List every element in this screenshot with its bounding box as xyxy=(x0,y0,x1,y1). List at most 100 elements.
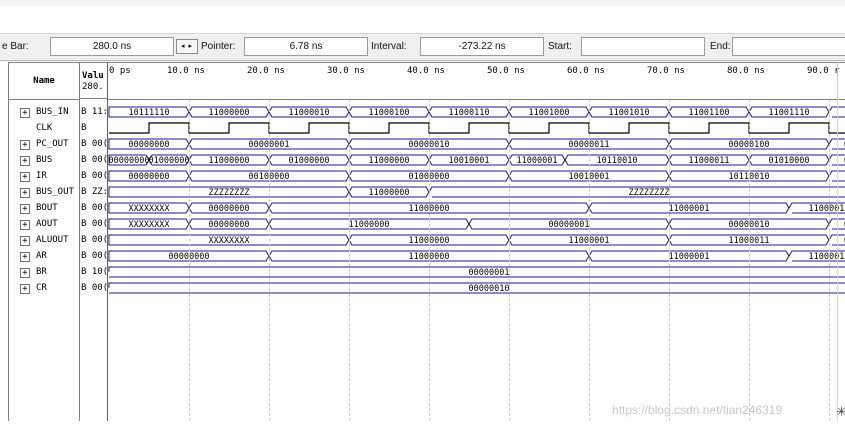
signal-name: BUS_OUT xyxy=(36,187,74,197)
signal-name: BUS xyxy=(36,155,53,165)
mouse-cursor-icon: ✳ xyxy=(836,404,845,419)
bus-value-label: XXXXXXXX xyxy=(129,220,171,230)
signal-row-br[interactable]: + BR xyxy=(9,264,79,280)
signal-row-bout[interactable]: + BOUT xyxy=(9,200,79,216)
pointer-field[interactable]: 6.78 ns xyxy=(244,37,368,56)
value-column-header[interactable]: Valu 280. xyxy=(80,63,107,99)
time-bar-nav-arrows-icon[interactable]: ◂ ▸ xyxy=(176,39,198,54)
time-gridline xyxy=(269,99,270,421)
value-header-line1: Valu xyxy=(82,71,104,81)
waveform-display[interactable]: 0 ps 10.0 ns 20.0 ns 30.0 ns 40.0 ns 50.0 ns 6… xyxy=(108,62,845,421)
signal-name: AOUT xyxy=(36,219,58,229)
signal-row-bus[interactable]: + BUS xyxy=(9,152,79,168)
signal-row-bus-in[interactable]: + BUS_IN xyxy=(9,104,79,120)
expand-icon[interactable]: + xyxy=(20,252,30,262)
interval-field[interactable]: -273.22 ns xyxy=(420,37,544,56)
end-label: End: xyxy=(710,41,731,52)
signal-value: B 10( xyxy=(81,267,107,277)
expand-icon[interactable]: + xyxy=(20,140,30,150)
expand-icon[interactable]: + xyxy=(20,172,30,182)
time-tick-label: 10.0 ns xyxy=(167,66,205,76)
time-bar-label: e Bar: xyxy=(2,41,29,52)
bus-value-label: 11000001 xyxy=(669,204,710,214)
bus-value-label: 10111110 xyxy=(129,108,170,118)
signal-row-ir[interactable]: + IR xyxy=(9,168,79,184)
expand-icon[interactable]: + xyxy=(20,268,30,278)
signal-name-column: Name + BUS_IN CLK + PC_OUT + BUS + IR + BUS_OUT + BO… xyxy=(8,62,79,421)
bus-value-label: 00000000 xyxy=(129,140,170,150)
bus-value-label: 10010001 xyxy=(449,156,490,166)
expand-icon[interactable]: + xyxy=(20,204,30,214)
value-header-line2: 280. xyxy=(82,82,104,92)
expand-icon[interactable]: + xyxy=(20,236,30,246)
signal-value: B xyxy=(81,123,87,133)
signal-value: B 00( xyxy=(81,139,107,149)
signal-row-aluout[interactable]: + ALUOUT xyxy=(9,232,79,248)
expand-icon[interactable]: + xyxy=(20,108,30,118)
watermark-text: https://blog.csdn.net/tian246319 xyxy=(612,403,783,417)
signal-row-pc-out[interactable]: + PC_OUT xyxy=(9,136,79,152)
time-gridline xyxy=(189,99,190,421)
end-field[interactable] xyxy=(732,37,845,56)
signal-value: B 11: xyxy=(81,107,107,117)
signal-name: BR xyxy=(36,267,47,277)
bus-value-label: 00000001 xyxy=(549,220,590,230)
expand-icon[interactable]: + xyxy=(20,156,30,166)
name-column-header[interactable]: Name xyxy=(9,63,79,100)
signal-value-column: Valu 280. B 11: B B 00( B 00( B 00( B ZZ: B 00… xyxy=(79,62,109,421)
signal-value: B 00( xyxy=(81,219,107,229)
time-gridline xyxy=(669,99,670,421)
signal-value: B 00( xyxy=(81,171,107,181)
time-gridline xyxy=(349,99,350,421)
bus-value-label: XXXXXXXX xyxy=(209,236,251,246)
bus-value-label: 00000000 xyxy=(209,220,250,230)
bus-value-label: 11000010 xyxy=(289,108,330,118)
time-tick-label: 60.0 ns xyxy=(567,66,605,76)
signal-row-cr[interactable]: + CR xyxy=(9,280,79,296)
signal-name: CLK xyxy=(36,123,53,133)
time-tick-label: 0 ps xyxy=(109,66,131,76)
signal-value: B 00( xyxy=(81,283,107,293)
signal-value: B 00( xyxy=(81,235,107,245)
bus-value-label: 11000000 xyxy=(209,156,250,166)
pointer-label: Pointer: xyxy=(201,41,236,52)
signal-value: B 00( xyxy=(81,155,107,165)
bus-value-label: 00000001 xyxy=(469,268,510,278)
time-toolbar: e Bar: 280.0 ns ◂ ▸ Pointer: 6.78 ns Int… xyxy=(0,33,845,61)
start-field[interactable] xyxy=(581,37,705,56)
time-gridline xyxy=(429,99,430,421)
waveform-traces[interactable]: 10111110 11000000 11000010 11000100 11000110… xyxy=(108,100,845,421)
bus-value-label: 11000110 xyxy=(449,108,490,118)
time-scale-header[interactable]: 0 ps 10.0 ns 20.0 ns 30.0 ns 40.0 ns 50.0 ns 6… xyxy=(108,63,845,100)
bus-value-label: 11000000 xyxy=(369,156,410,166)
bus-value-label: 11000000 xyxy=(369,188,410,198)
time-bar-field[interactable]: 280.0 ns xyxy=(50,37,174,56)
signal-name: ALUOUT xyxy=(36,235,69,245)
time-tick-label: 70.0 ns xyxy=(647,66,685,76)
signal-row-bus-out[interactable]: + BUS_OUT xyxy=(9,184,79,200)
bus-value-label: 00000000 xyxy=(109,156,150,166)
bus-value-label: 00000000 xyxy=(129,172,170,182)
signal-value: B ZZ: xyxy=(81,187,107,197)
signal-name: IR xyxy=(36,171,47,181)
signal-value: B 00( xyxy=(81,203,107,213)
expand-icon[interactable]: + xyxy=(20,284,30,294)
bus-value-label: ZZZZZZZZ xyxy=(209,188,250,198)
bus-value-label: 11000000 xyxy=(349,220,390,230)
signal-name: PC_OUT xyxy=(36,139,69,149)
bus-value-label: 11001000 xyxy=(529,108,570,118)
expand-icon[interactable]: + xyxy=(20,188,30,198)
bus-value-label: 11001110 xyxy=(769,108,810,118)
expand-icon[interactable]: + xyxy=(20,220,30,230)
signal-row-ar[interactable]: + AR xyxy=(9,248,79,264)
time-tick-label: 80.0 ns xyxy=(727,66,765,76)
bus-value-label: 01000000 xyxy=(149,156,190,166)
time-gridline xyxy=(829,99,830,421)
bus-value-label: 11001010 xyxy=(609,108,650,118)
signal-row-aout[interactable]: + AOUT xyxy=(9,216,79,232)
bus-value-label: 11000011 xyxy=(689,156,730,166)
bus-value-label: 11001100 xyxy=(689,108,730,118)
start-label: Start: xyxy=(548,41,572,52)
time-gridline xyxy=(749,99,750,421)
signal-row-clk[interactable]: CLK xyxy=(9,120,79,136)
